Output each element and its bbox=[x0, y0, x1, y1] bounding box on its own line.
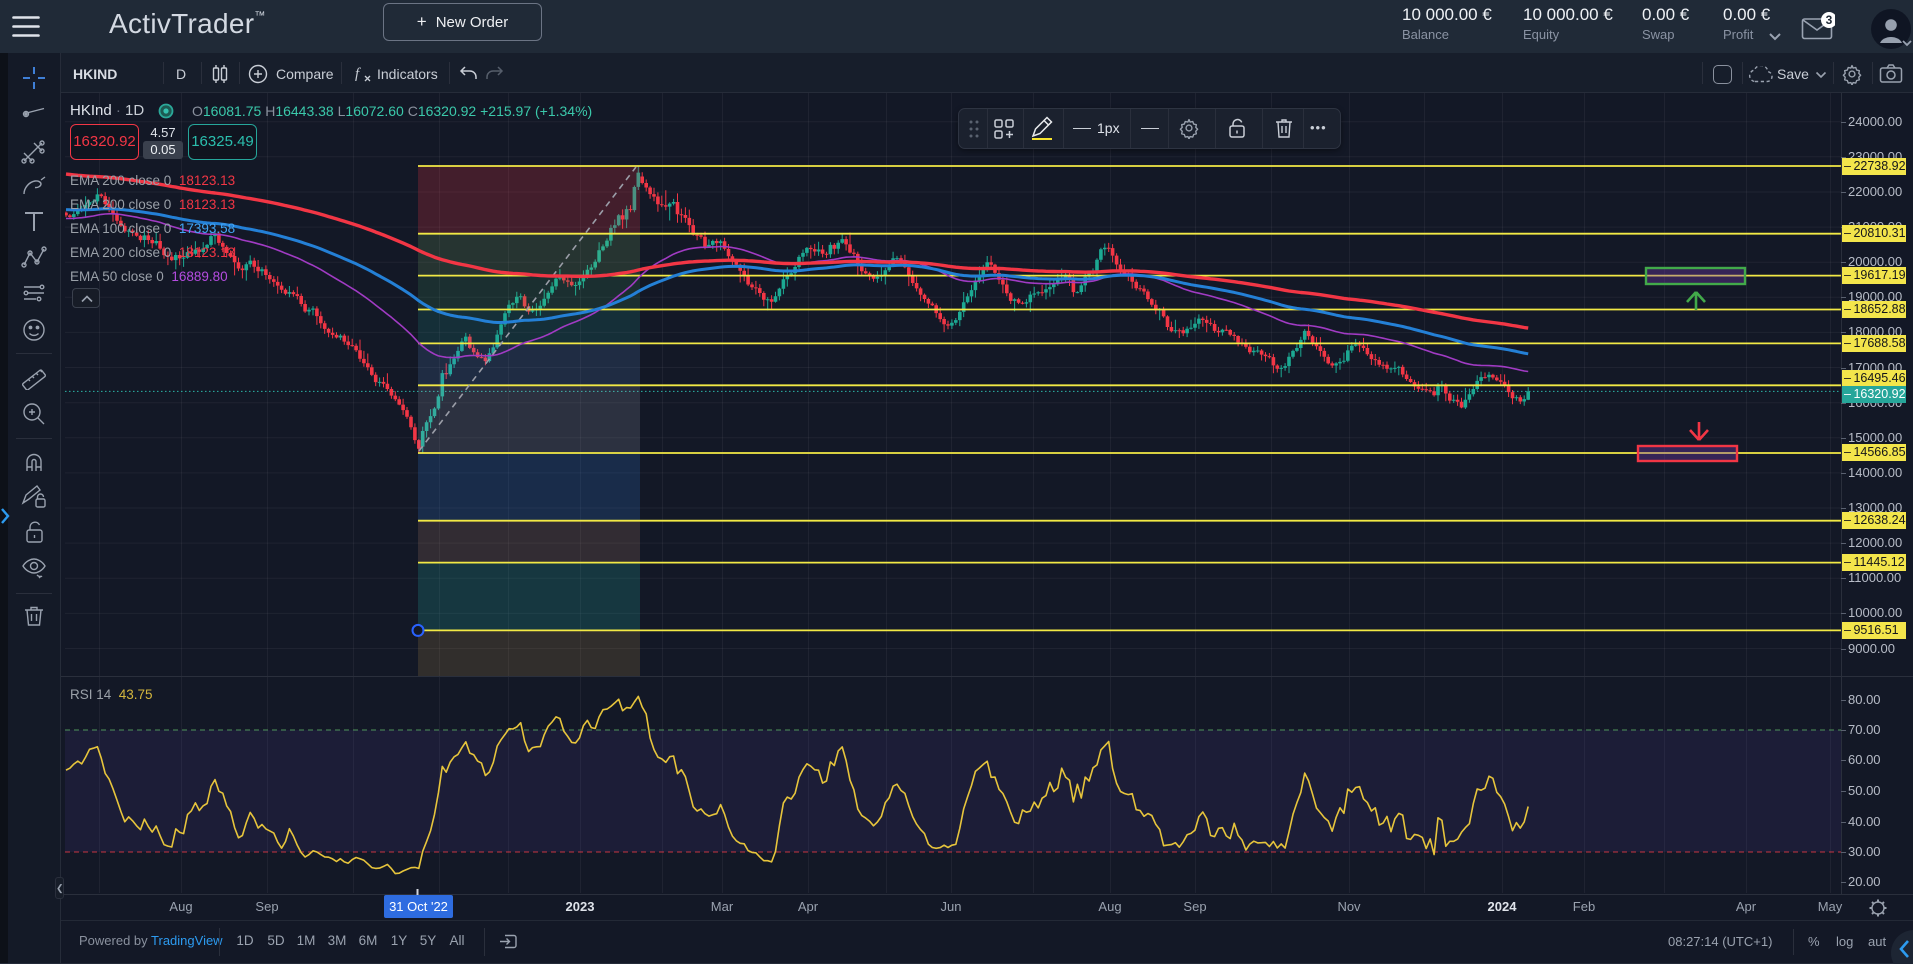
svg-text:f: f bbox=[355, 66, 361, 82]
svg-text:3: 3 bbox=[1826, 13, 1833, 27]
